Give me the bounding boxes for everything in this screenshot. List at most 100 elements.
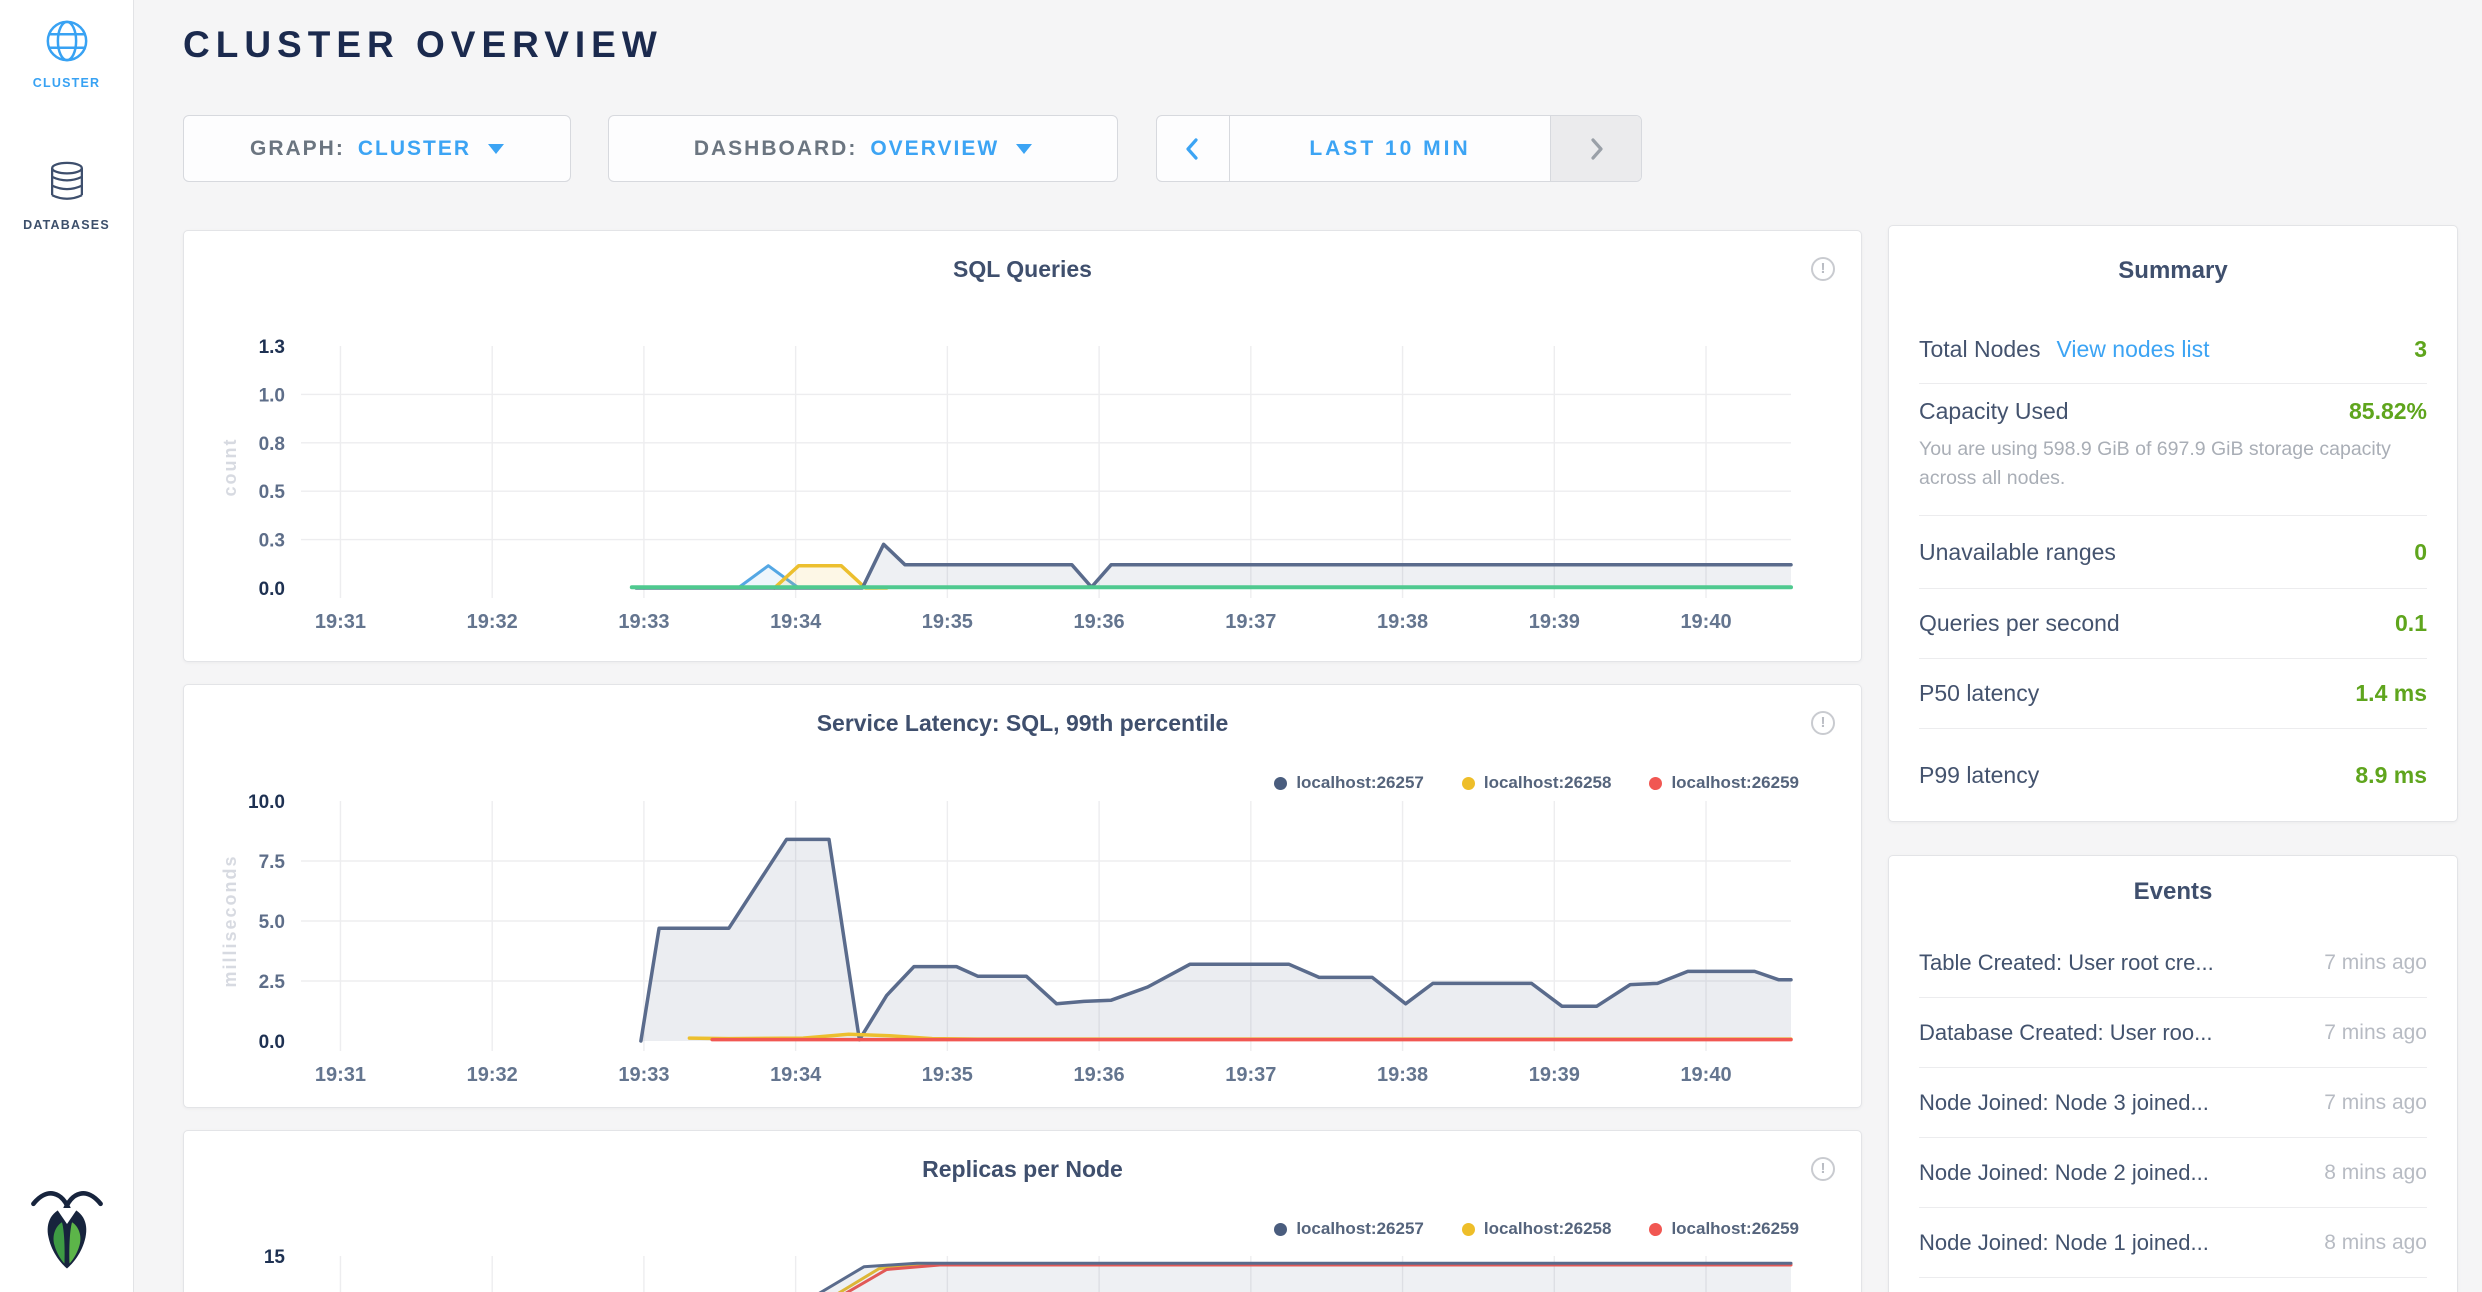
- chart-title: Replicas per Node: [184, 1131, 1861, 1183]
- legend-label: localhost:26257: [1296, 1219, 1424, 1239]
- info-icon[interactable]: [1811, 257, 1835, 281]
- svg-text:19:40: 19:40: [1680, 1064, 1731, 1086]
- svg-text:count: count: [220, 438, 240, 497]
- event-text: Node Joined: Node 2 joined...: [1919, 1160, 2209, 1186]
- summary-row-queries-per-second: Queries per second 0.1: [1919, 589, 2427, 659]
- svg-text:10.0: 10.0: [248, 792, 285, 813]
- info-icon[interactable]: [1811, 1157, 1835, 1181]
- dashboard-dropdown[interactable]: DASHBOARD: OVERVIEW: [608, 115, 1118, 182]
- legend-item[interactable]: localhost:26258: [1462, 773, 1612, 793]
- event-row[interactable]: Node Joined: Node 2 joined... 8 mins ago: [1919, 1138, 2427, 1208]
- svg-text:19:39: 19:39: [1529, 1064, 1580, 1086]
- page-title: CLUSTER OVERVIEW: [183, 24, 663, 66]
- summary-row-capacity: Capacity Used 85.82% You are using 598.9…: [1919, 384, 2427, 516]
- sidebar-item-databases[interactable]: DATABASES: [0, 160, 133, 232]
- p50-latency-label: P50 latency: [1919, 680, 2039, 707]
- sql-queries-chart-card: SQL Queries 19:31 19:32 19:33 19:34 19:35 19:…: [183, 230, 1862, 662]
- event-time: 8 mins ago: [2324, 1231, 2427, 1255]
- time-range-selector: LAST 10 MIN: [1156, 115, 1642, 182]
- total-nodes-value: 3: [2414, 336, 2427, 363]
- capacity-used-value: 85.82%: [2349, 398, 2427, 425]
- svg-text:1.0: 1.0: [259, 385, 285, 406]
- svg-text:15: 15: [264, 1247, 286, 1268]
- event-row[interactable]: Table Created: User root cre... 7 mins a…: [1919, 928, 2427, 998]
- dashboard-dropdown-label: DASHBOARD:: [694, 137, 858, 161]
- svg-text:2.5: 2.5: [259, 972, 286, 993]
- chart-title: Service Latency: SQL, 99th percentile: [184, 685, 1861, 737]
- svg-text:0.0: 0.0: [259, 579, 285, 600]
- summary-row-p50-latency: P50 latency 1.4 ms: [1919, 659, 2427, 729]
- svg-text:19:31: 19:31: [315, 611, 366, 633]
- svg-text:19:32: 19:32: [467, 611, 518, 633]
- svg-text:19:40: 19:40: [1680, 611, 1731, 633]
- summary-row-total-nodes: Total Nodes View nodes list 3: [1919, 316, 2427, 384]
- svg-text:19:35: 19:35: [922, 611, 973, 633]
- time-range-button[interactable]: LAST 10 MIN: [1229, 116, 1551, 181]
- chevron-right-icon: [1586, 135, 1606, 163]
- svg-text:19:37: 19:37: [1225, 611, 1276, 633]
- info-icon[interactable]: [1811, 711, 1835, 735]
- dashboard-dropdown-value: OVERVIEW: [870, 137, 999, 161]
- graph-dropdown[interactable]: GRAPH: CLUSTER: [183, 115, 571, 182]
- view-nodes-list-link[interactable]: View nodes list: [2056, 336, 2209, 363]
- svg-text:1.3: 1.3: [259, 337, 285, 358]
- legend-dot-icon: [1462, 1223, 1475, 1236]
- legend-item[interactable]: localhost:26257: [1274, 1219, 1424, 1239]
- event-row[interactable]: Node Joined: Node 3 joined... 7 mins ago: [1919, 1068, 2427, 1138]
- chart-title: SQL Queries: [184, 231, 1861, 283]
- event-row[interactable]: Database Created: User roo... 7 mins ago: [1919, 998, 2427, 1068]
- svg-text:19:33: 19:33: [618, 1064, 669, 1086]
- events-title: Events: [2134, 878, 2213, 906]
- legend-label: localhost:26259: [1671, 773, 1799, 793]
- legend-item[interactable]: localhost:26259: [1649, 773, 1799, 793]
- svg-text:0.3: 0.3: [259, 531, 285, 552]
- svg-text:19:36: 19:36: [1074, 1064, 1125, 1086]
- service-latency-chart-card: Service Latency: SQL, 99th percentile lo…: [183, 684, 1862, 1108]
- event-text: Node Joined: Node 3 joined...: [1919, 1090, 2209, 1116]
- sidebar: CLUSTER DATABASES: [0, 0, 134, 1292]
- legend-item[interactable]: localhost:26259: [1649, 1219, 1799, 1239]
- chart-legend: localhost:26257 localhost:26258 localhost:…: [1274, 1219, 1799, 1239]
- chevron-down-icon: [488, 144, 504, 154]
- svg-text:0.5: 0.5: [259, 482, 286, 503]
- svg-text:19:38: 19:38: [1377, 611, 1428, 633]
- chevron-down-icon: [1016, 144, 1032, 154]
- graph-dropdown-label: GRAPH:: [250, 137, 345, 161]
- svg-text:19:31: 19:31: [315, 1064, 366, 1086]
- svg-text:19:33: 19:33: [618, 611, 669, 633]
- legend-label: localhost:26258: [1484, 1219, 1612, 1239]
- time-next-button[interactable]: [1551, 116, 1641, 181]
- graph-dropdown-value: CLUSTER: [358, 137, 471, 161]
- svg-text:19:38: 19:38: [1377, 1064, 1428, 1086]
- svg-text:19:34: 19:34: [770, 611, 822, 633]
- sidebar-item-cluster[interactable]: CLUSTER: [0, 18, 133, 90]
- time-prev-button[interactable]: [1157, 116, 1229, 181]
- queries-per-second-value: 0.1: [2395, 610, 2427, 637]
- sidebar-item-label: CLUSTER: [0, 76, 133, 90]
- summary-row-p99-latency: P99 latency 8.9 ms: [1919, 729, 2427, 821]
- database-icon: [46, 160, 88, 206]
- chart-legend: localhost:26257 localhost:26258 localhost:…: [1274, 773, 1799, 793]
- events-panel: Events Table Created: User root cre... 7…: [1888, 855, 2458, 1292]
- legend-label: localhost:26258: [1484, 773, 1612, 793]
- legend-item[interactable]: localhost:26257: [1274, 773, 1424, 793]
- summary-panel: Summary Total Nodes View nodes list 3 Ca…: [1888, 225, 2458, 822]
- svg-text:0.8: 0.8: [259, 434, 285, 455]
- event-time: 8 mins ago: [2324, 1161, 2427, 1185]
- legend-dot-icon: [1274, 777, 1287, 790]
- legend-dot-icon: [1274, 1223, 1287, 1236]
- p50-latency-value: 1.4 ms: [2355, 680, 2427, 707]
- svg-text:19:39: 19:39: [1529, 611, 1580, 633]
- chart-canvas: 19:3119:3219:3319:3419:3519:3619:3719:38…: [184, 231, 1861, 663]
- event-row[interactable]: Node Joined: Node 1 joined... 8 mins ago: [1919, 1208, 2427, 1278]
- event-time: 7 mins ago: [2324, 1091, 2427, 1115]
- p99-latency-value: 8.9 ms: [2355, 762, 2427, 789]
- unavailable-ranges-label: Unavailable ranges: [1919, 539, 2116, 566]
- legend-item[interactable]: localhost:26258: [1462, 1219, 1612, 1239]
- replicas-per-node-chart-card: Replicas per Node localhost:26257localho…: [183, 1130, 1862, 1292]
- queries-per-second-label: Queries per second: [1919, 610, 2120, 637]
- legend-label: localhost:26259: [1671, 1219, 1799, 1239]
- globe-icon: [44, 18, 90, 64]
- sidebar-item-label: DATABASES: [0, 218, 133, 232]
- svg-text:19:35: 19:35: [922, 1064, 973, 1086]
